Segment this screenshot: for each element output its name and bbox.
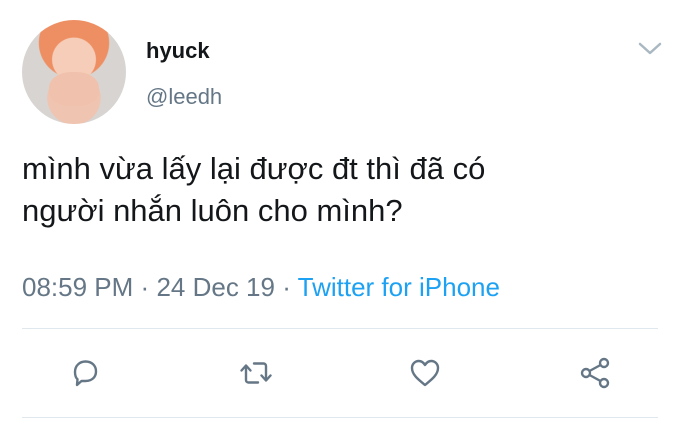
reply-icon: [73, 360, 98, 387]
share-button[interactable]: [578, 356, 612, 390]
tweet-time[interactable]: 08:59 PM: [22, 272, 133, 302]
divider: [22, 328, 658, 329]
heart-icon: [410, 359, 440, 387]
share-icon: [580, 357, 610, 389]
meta-separator: ·: [282, 272, 291, 302]
display-name[interactable]: hyuck: [146, 38, 210, 64]
retweet-icon: [240, 362, 272, 384]
avatar[interactable]: [22, 20, 126, 124]
meta-separator: ·: [140, 272, 150, 302]
tweet-text-line: người nhắn luôn cho mình?: [22, 193, 403, 228]
tweet-source-link[interactable]: Twitter for iPhone: [298, 272, 500, 302]
retweet-button[interactable]: [239, 356, 273, 390]
tweet-text-line: mình vừa lấy lại được đt thì đã có: [22, 151, 486, 186]
tweet-text: mình vừa lấy lại được đt thì đã có người…: [22, 148, 652, 232]
tweet-meta: 08:59 PM · 24 Dec 19 · Twitter for iPhon…: [22, 272, 500, 303]
divider: [22, 417, 658, 418]
like-button[interactable]: [408, 356, 442, 390]
tweet-date[interactable]: 24 Dec 19: [156, 272, 275, 302]
user-handle[interactable]: @leedh: [146, 84, 222, 110]
chevron-down-icon[interactable]: [636, 38, 664, 58]
avatar-hands: [49, 72, 99, 106]
reply-button[interactable]: [68, 356, 102, 390]
